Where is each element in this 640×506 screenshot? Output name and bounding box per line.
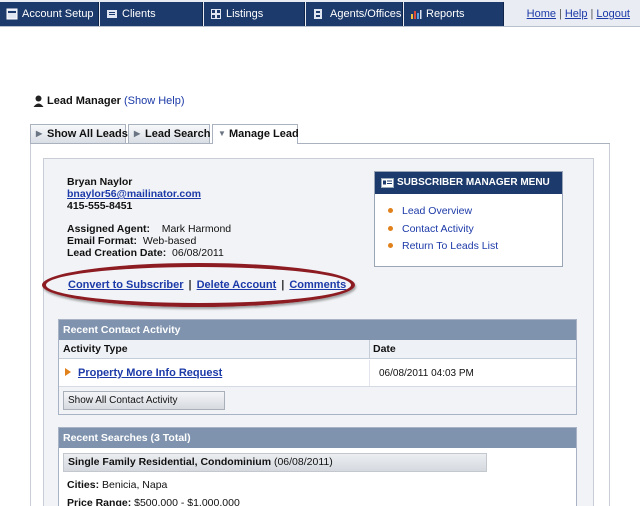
help-link[interactable]: Help: [565, 8, 588, 20]
show-help-link[interactable]: (Show Help): [124, 95, 185, 107]
lead-details: Assigned Agent: Mark Harmond Email Forma…: [67, 223, 231, 259]
menu-item-label: Contact Activity: [402, 223, 474, 235]
email-format-row: Email Format: Web-based: [67, 235, 231, 247]
lead-contact-info: Bryan Naylor bnaylor56@mailinator.com 41…: [67, 176, 201, 212]
tab-lead-search[interactable]: ▶ Lead Search: [128, 124, 210, 143]
assigned-agent-row: Assigned Agent: Mark Harmond: [67, 223, 231, 235]
lead-name: Bryan Naylor: [67, 176, 133, 188]
highlight-ellipse: [42, 263, 355, 307]
search-price-row: Price Range: $500,000 - $1,000,000: [67, 497, 240, 506]
top-utility-links: Home | Help | Logout: [527, 8, 630, 20]
section-header: Recent Searches (3 Total): [59, 428, 576, 448]
creation-date-label: Lead Creation Date:: [67, 247, 167, 259]
assigned-agent-label: Assigned Agent:: [67, 223, 151, 235]
email-format-value: Web-based: [142, 235, 197, 247]
nav-tab-clients[interactable]: Clients: [100, 2, 203, 26]
nav-tab-label: Clients: [122, 8, 156, 20]
submenu-header: SUBSCRIBER MANAGER MENU: [375, 172, 562, 194]
submenu-title: SUBSCRIBER MANAGER MENU: [397, 177, 550, 188]
menu-item-label: Return To Leads List: [402, 240, 499, 252]
nav-tab-label: Listings: [226, 8, 264, 20]
tab-label: Lead Search: [145, 128, 211, 140]
price-label: Price Range:: [67, 497, 132, 506]
search-summary-bar[interactable]: Single Family Residential, Condominium (…: [63, 453, 487, 472]
bullet-icon: [388, 243, 393, 248]
clients-icon: [107, 10, 117, 18]
account-setup-icon: [6, 8, 18, 20]
nav-tab-agents-offices[interactable]: Agents/Offices: [306, 2, 403, 26]
section-header: Recent Contact Activity: [59, 320, 576, 340]
bullet-icon: [388, 226, 393, 231]
reports-icon: [411, 10, 422, 19]
lead-person-icon: [33, 95, 44, 107]
agents-icon: [314, 9, 322, 19]
activity-date: 06/08/2011 04:03 PM: [379, 368, 474, 379]
menu-card-icon: [381, 178, 394, 188]
activity-type-link[interactable]: Property More Info Request: [78, 367, 222, 379]
separator: |: [559, 8, 562, 20]
home-link[interactable]: Home: [527, 8, 556, 20]
tab-arrow-icon: ▶: [134, 129, 141, 138]
menu-item-label: Lead Overview: [402, 205, 473, 217]
nav-tab-account-setup[interactable]: Account Setup: [0, 2, 99, 26]
tab-label: Show All Leads: [47, 128, 128, 140]
table-header: Activity Type Date: [59, 340, 576, 359]
separator: |: [590, 8, 594, 20]
email-format-label: Email Format:: [67, 235, 138, 247]
cities-label: Cities:: [67, 479, 100, 491]
top-nav-bar: Account Setup Clients Listings Agents/Of…: [0, 0, 640, 27]
tab-arrow-icon: ▶: [36, 129, 43, 138]
listings-icon: [211, 9, 221, 19]
show-all-contact-activity-button[interactable]: Show All Contact Activity: [63, 391, 225, 410]
column-header-activity-type: Activity Type: [63, 343, 128, 355]
logout-link[interactable]: Logout: [596, 8, 630, 20]
search-cities-row: Cities: Benicia, Napa: [67, 479, 167, 491]
nav-tab-listings[interactable]: Listings: [204, 2, 305, 26]
tab-show-all-leads[interactable]: ▶ Show All Leads: [30, 124, 128, 143]
page-title: Lead Manager: [47, 95, 121, 107]
subscriber-manager-menu: SUBSCRIBER MANAGER MENU Lead Overview Co…: [374, 171, 563, 267]
tab-label: Manage Lead: [229, 128, 299, 140]
lead-email-link[interactable]: bnaylor56@mailinator.com: [67, 188, 201, 200]
tab-manage-lead[interactable]: ▼ Manage Lead: [212, 124, 299, 144]
bullet-icon: [388, 208, 393, 213]
column-divider: [369, 360, 370, 386]
search-date: (06/08/2011): [273, 456, 333, 468]
button-row: Show All Contact Activity: [59, 386, 576, 414]
tab-arrow-icon: ▼: [218, 129, 226, 138]
recent-contact-activity: Recent Contact Activity Activity Type Da…: [58, 319, 577, 415]
nav-tab-label: Account Setup: [22, 8, 94, 20]
creation-date-row: Lead Creation Date: 06/08/2011: [67, 247, 231, 259]
cities-value: Benicia, Napa: [102, 479, 168, 491]
nav-tab-reports[interactable]: Reports: [404, 2, 504, 26]
tab-divider: [30, 143, 610, 144]
recent-searches: Recent Searches (3 Total) Single Family …: [58, 427, 577, 506]
nav-tab-label: Agents/Offices: [330, 8, 402, 20]
assigned-agent-value: Mark Harmond: [161, 223, 232, 235]
column-header-date: Date: [373, 343, 396, 355]
nav-tab-label: Reports: [426, 8, 465, 20]
expand-arrow-icon[interactable]: [65, 368, 71, 376]
lead-phone: 415-555-8451: [67, 200, 133, 212]
search-name: Single Family Residential, Condominium: [68, 456, 272, 468]
column-divider: [369, 340, 370, 359]
table-row: Property More Info Request 06/08/2011 04…: [59, 360, 576, 386]
price-value: $500,000 - $1,000,000: [134, 497, 240, 506]
creation-date-value: 06/08/2011: [172, 247, 224, 259]
